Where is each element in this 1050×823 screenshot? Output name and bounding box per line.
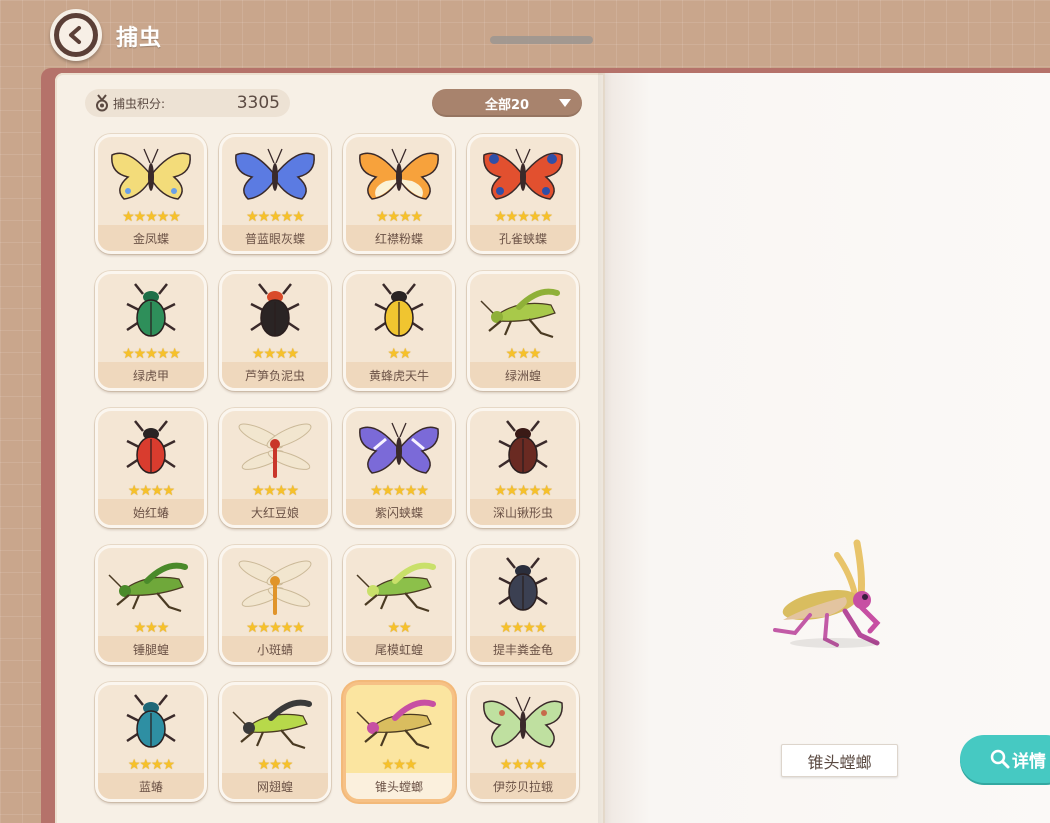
score-value: 3305	[236, 93, 280, 113]
insect-card[interactable]: ★★★★ 伊莎贝拉蛾	[467, 682, 579, 802]
cone-head-mantis-specimen	[773, 539, 881, 648]
star-rating: ★★★	[133, 620, 170, 636]
insect-name: 孔雀蛱蝶	[470, 225, 576, 251]
star-rating: ★★★★★	[494, 483, 553, 499]
search-icon	[990, 749, 1010, 769]
score-label: 捕虫积分:	[113, 96, 166, 111]
club-leg-grasshopper-icon	[106, 554, 196, 616]
insect-card[interactable]: ★★★★ 提丰粪金龟	[467, 545, 579, 665]
asparagus-beetle-icon	[230, 280, 320, 342]
insect-name: 普蓝眼灰蝶	[222, 225, 328, 251]
insect-card[interactable]: ★★★ 锥头螳螂	[343, 682, 455, 802]
peacock-butterfly-icon	[478, 143, 568, 205]
insect-card[interactable]: ★★★ 锤腿蝗	[95, 545, 207, 665]
insect-name: 绿虎甲	[98, 362, 204, 388]
purple-emperor-butterfly-icon	[354, 417, 444, 479]
insect-card[interactable]: ★★★★ 芦笋负泥虫	[219, 271, 331, 391]
star-rating: ★★★	[505, 346, 542, 362]
insect-grid: ★★★★★ 金凤蝶 ★★★★★ 普蓝眼灰蝶 ★★★★ 红襟粉蝶 ★★★★★ 孔雀蛱蝶 ★…	[95, 134, 585, 814]
star-rating: ★★★★★	[122, 346, 181, 362]
star-rating: ★★★★	[499, 620, 547, 636]
wasp-beetle-icon	[354, 280, 444, 342]
details-label: 详情	[1012, 751, 1046, 772]
insect-card[interactable]: ★★★ 网翅蝗	[219, 682, 331, 802]
insect-name: 网翅蝗	[222, 773, 328, 799]
insect-card[interactable]: ★★★★★ 深山锹形虫	[467, 408, 579, 528]
star-rating: ★★★★★	[246, 620, 305, 636]
insect-name: 深山锹形虫	[470, 499, 576, 525]
star-rating: ★★★★	[127, 757, 175, 773]
insect-card[interactable]: ★★ 尾模虹蝗	[343, 545, 455, 665]
blue-shield-bug-icon	[106, 691, 196, 753]
insect-name: 黄蜂虎天牛	[346, 362, 452, 388]
insect-card[interactable]: ★★★★ 红襟粉蝶	[343, 134, 455, 254]
stag-beetle-icon	[478, 417, 568, 479]
swallowtail-butterfly-icon	[106, 143, 196, 205]
insect-card[interactable]: ★★★★★ 绿虎甲	[95, 271, 207, 391]
insect-name: 始红蝽	[98, 499, 204, 525]
insect-card[interactable]: ★★★★★ 普蓝眼灰蝶	[219, 134, 331, 254]
insect-name: 紫闪蛱蝶	[346, 499, 452, 525]
star-rating: ★★★★	[375, 209, 423, 225]
star-rating: ★★	[387, 346, 411, 362]
insect-name: 尾模虹蝗	[346, 636, 452, 662]
star-rating: ★★★★	[251, 483, 299, 499]
star-rating: ★★★★★	[246, 209, 305, 225]
insect-name: 金凤蝶	[98, 225, 204, 251]
insect-card[interactable]: ★★ 黄蜂虎天牛	[343, 271, 455, 391]
insect-name: 锥头螳螂	[346, 773, 452, 799]
insect-card[interactable]: ★★★★ 蓝蝽	[95, 682, 207, 802]
drag-handle[interactable]	[490, 36, 593, 44]
star-rating: ★★★★★	[370, 483, 429, 499]
insect-card[interactable]: ★★★ 绿洲蝗	[467, 271, 579, 391]
details-button[interactable]: 详情	[960, 735, 1050, 783]
star-rating: ★★★★	[127, 483, 175, 499]
orange-tip-butterfly-icon	[354, 143, 444, 205]
dragonfly-icon	[230, 554, 320, 616]
score-bar: 捕虫积分: 3305	[85, 89, 290, 117]
isabella-moth-icon	[478, 691, 568, 753]
insect-name: 绿洲蝗	[470, 362, 576, 388]
back-arrow-icon	[59, 18, 93, 52]
selected-insect-name: 锥头螳螂	[781, 744, 898, 777]
star-rating: ★★★★★	[494, 209, 553, 225]
filter-label: 全部20	[484, 97, 530, 113]
insect-card[interactable]: ★★★★★ 紫闪蛱蝶	[343, 408, 455, 528]
insect-name: 蓝蝽	[98, 773, 204, 799]
blue-butterfly-icon	[230, 143, 320, 205]
red-bug-icon	[106, 417, 196, 479]
chevron-down-icon	[559, 99, 571, 107]
page-title: 捕虫	[116, 26, 163, 51]
insect-name: 芦笋负泥虫	[222, 362, 328, 388]
rainbow-grasshopper-icon	[354, 554, 444, 616]
green-tiger-beetle-icon	[106, 280, 196, 342]
insect-card[interactable]: ★★★★★ 孔雀蛱蝶	[467, 134, 579, 254]
insect-name: 锤腿蝗	[98, 636, 204, 662]
star-rating: ★★★★	[499, 757, 547, 773]
medal-icon	[96, 94, 108, 112]
net-wing-grasshopper-icon	[230, 691, 320, 753]
insect-card[interactable]: ★★★★★ 金凤蝶	[95, 134, 207, 254]
insect-name: 红襟粉蝶	[346, 225, 452, 251]
dung-beetle-icon	[478, 554, 568, 616]
detail-page	[605, 73, 1050, 823]
filter-dropdown[interactable]: 全部20	[432, 89, 582, 117]
insect-name: 提丰粪金龟	[470, 636, 576, 662]
star-rating: ★★★	[257, 757, 294, 773]
insect-card[interactable]: ★★★★★ 小斑蜻	[219, 545, 331, 665]
red-damselfly-icon	[230, 417, 320, 479]
book-spine	[598, 73, 612, 823]
star-rating: ★★★	[381, 757, 418, 773]
back-button[interactable]	[50, 9, 102, 61]
insect-card[interactable]: ★★★★ 始红蝽	[95, 408, 207, 528]
insect-name: 大红豆娘	[222, 499, 328, 525]
green-grasshopper-icon	[478, 280, 568, 342]
star-rating: ★★	[387, 620, 411, 636]
star-rating: ★★★★★	[122, 209, 181, 225]
insect-card[interactable]: ★★★★ 大红豆娘	[219, 408, 331, 528]
insect-name: 小斑蜻	[222, 636, 328, 662]
cone-head-mantis-icon	[354, 691, 444, 753]
star-rating: ★★★★	[251, 346, 299, 362]
insect-name: 伊莎贝拉蛾	[470, 773, 576, 799]
